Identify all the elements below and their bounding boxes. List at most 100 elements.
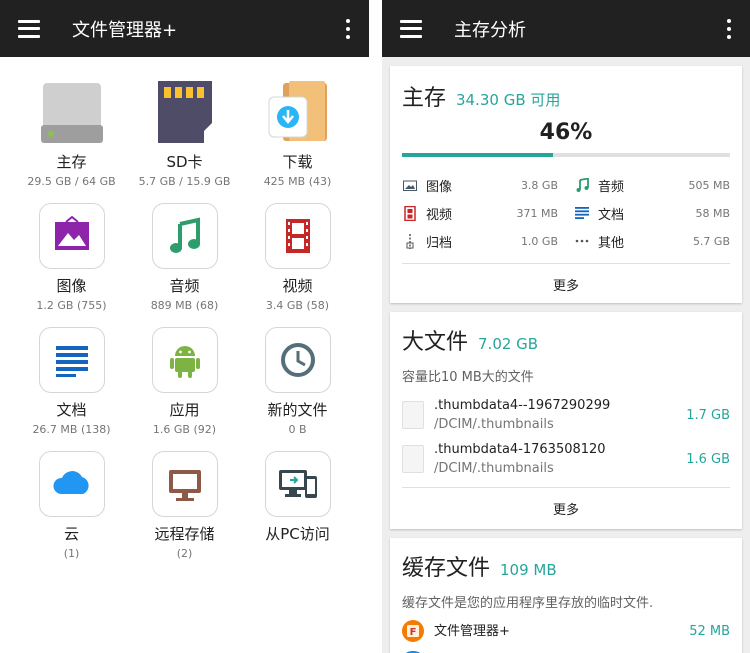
breakdown-label: 其他 [598,235,625,251]
large-files-more-button[interactable]: 更多 [402,487,730,529]
film-icon [402,205,418,221]
more-horizontal-icon [574,233,590,249]
category-label: 下载 [282,153,313,171]
app-bar: 文件管理器+ [0,0,369,57]
breakdown-value: 58 MB [695,206,730,220]
large-files-list: .thumbdata4--1967290299 /DCIM/.thumbnail… [402,393,730,481]
category-info: 889 MB (68) [150,299,219,312]
category-label: 应用 [169,401,200,419]
cache-size: 109 MB [500,561,557,579]
large-files-header: 大文件 7.02 GB [402,324,730,356]
breakdown-row-archive[interactable]: 归档 1.0 GB [402,227,558,255]
breakdown-label: 视频 [426,207,453,223]
pc-phone-icon [264,451,331,517]
category-cloud[interactable]: 云 (1) [15,451,128,575]
category-label: 云 [63,525,79,543]
storage-analysis-screen: 主存分析 主存 34.30 GB 可用 46% 图像 3.8 GB 视频 371… [382,0,750,653]
category-info: 5.7 GB / 15.9 GB [138,175,231,188]
overflow-menu-icon[interactable] [726,19,732,39]
category-apps[interactable]: 应用 1.6 GB (92) [128,327,241,451]
category-audio[interactable]: 音频 889 MB (68) [128,203,241,327]
large-file-row[interactable]: .thumbdata4--1967290299 /DCIM/.thumbnail… [402,393,730,437]
cloud-icon [38,451,105,517]
category-info: 29.5 GB / 64 GB [27,175,116,188]
storage-percent: 46% [539,120,593,145]
screen-title: 主存分析 [454,19,526,41]
category-documents[interactable]: 文档 26.7 MB (138) [15,327,128,451]
storage-breakdown: 图像 3.8 GB 视频 371 MB 归档 1.0 GB 音频 505 MB … [402,171,730,255]
category-label: 从PC访问 [265,525,330,543]
category-info: 0 B [288,423,307,436]
breakdown-row-audio[interactable]: 音频 505 MB [574,171,730,199]
cache-header: 缓存文件 109 MB [402,550,730,582]
breakdown-value: 505 MB [688,178,730,192]
sd-card-icon [151,79,218,145]
category-grid: 主存 29.5 GB / 64 GB SD卡 5.7 GB / 15.9 GB … [0,57,369,575]
category-label: 视频 [282,277,313,295]
screenshot: 文件管理器+ 主存 29.5 GB / 64 GB SD卡 5.7 GB / 1… [0,0,750,653]
breakdown-value: 3.8 GB [520,178,558,192]
file-icon [402,401,424,429]
file-info: .thumbdata4--1967290299 /DCIM/.thumbnail… [434,396,610,434]
overflow-menu-icon[interactable] [345,19,351,39]
breakdown-row-images[interactable]: 图像 3.8 GB [402,171,558,199]
cache-app-row[interactable]: F 文件管理器+ 52 MB [402,615,730,647]
storage-card: 主存 34.30 GB 可用 46% 图像 3.8 GB 视频 371 MB 归… [390,66,742,303]
breakdown-row-video[interactable]: 视频 371 MB [402,199,558,227]
category-images[interactable]: 图像 1.2 GB (755) [15,203,128,327]
storage-more-button[interactable]: 更多 [402,263,730,305]
category-label: 主存 [56,153,87,171]
large-files-title: 大文件 [402,330,469,355]
android-icon [151,327,218,393]
clock-icon [264,327,331,393]
home-screen: 文件管理器+ 主存 29.5 GB / 64 GB SD卡 5.7 GB / 1… [0,0,369,653]
category-label: 文档 [56,401,87,419]
storage-progress-fill [402,153,553,157]
breakdown-row-documents[interactable]: 文档 58 MB [574,199,730,227]
large-files-card: 大文件 7.02 GB 容量比10 MB大的文件 .thumbdata4--19… [390,312,742,529]
category-video[interactable]: 视频 3.4 GB (58) [241,203,354,327]
category-info: 1.6 GB (92) [152,423,217,436]
category-info: 1.2 GB (755) [36,299,107,312]
category-label: SD卡 [166,153,203,171]
menu-icon[interactable] [400,19,422,38]
category-main-storage[interactable]: 主存 29.5 GB / 64 GB [15,79,128,203]
category-downloads[interactable]: 下载 425 MB (43) [241,79,354,203]
cache-description: 缓存文件是您的应用程序里存放的临时文件. [402,596,654,611]
category-label: 音频 [169,277,200,295]
film-icon [264,203,331,269]
monitor-icon [151,451,218,517]
music-note-icon [574,177,590,193]
cache-card: 缓存文件 109 MB 缓存文件是您的应用程序里存放的临时文件. F 文件管理器… [390,538,742,653]
menu-icon[interactable] [18,19,40,38]
category-info: (2) [176,547,193,560]
large-file-row[interactable]: .thumbdata4-1763508120 /DCIM/.thumbnails… [402,437,730,481]
cache-app-size: 52 MB [689,623,730,639]
category-info: 3.4 GB (58) [265,299,330,312]
cache-app-name: 文件管理器+ [434,623,510,639]
category-label: 远程存储 [154,525,215,543]
breakdown-column-left: 图像 3.8 GB 视频 371 MB 归档 1.0 GB [402,171,570,255]
breakdown-column-right: 音频 505 MB 文档 58 MB 其他 5.7 GB [570,171,730,255]
file-manager-app-icon: F [402,620,424,642]
category-remote-storage[interactable]: 远程存储 (2) [128,451,241,575]
category-info: 26.7 MB (138) [32,423,111,436]
breakdown-label: 音频 [598,179,625,195]
app-title: 文件管理器+ [72,19,178,41]
drive-icon [38,79,105,145]
download-folder-icon [264,79,331,145]
breakdown-value: 371 MB [516,206,558,220]
breakdown-value: 5.7 GB [692,234,730,248]
category-sd-card[interactable]: SD卡 5.7 GB / 15.9 GB [128,79,241,203]
category-pc-access[interactable]: 从PC访问 [241,451,354,575]
breakdown-label: 文档 [598,207,625,223]
large-files-description: 容量比10 MB大的文件 [402,370,534,385]
storage-header: 主存 34.30 GB 可用 [402,80,730,112]
app-bar: 主存分析 [382,0,750,57]
breakdown-row-other[interactable]: 其他 5.7 GB [574,227,730,255]
storage-title: 主存 [402,86,447,111]
breakdown-label: 归档 [426,235,453,251]
category-new-files[interactable]: 新的文件 0 B [241,327,354,451]
large-files-size: 7.02 GB [478,335,539,353]
storage-progress-track [402,153,730,157]
